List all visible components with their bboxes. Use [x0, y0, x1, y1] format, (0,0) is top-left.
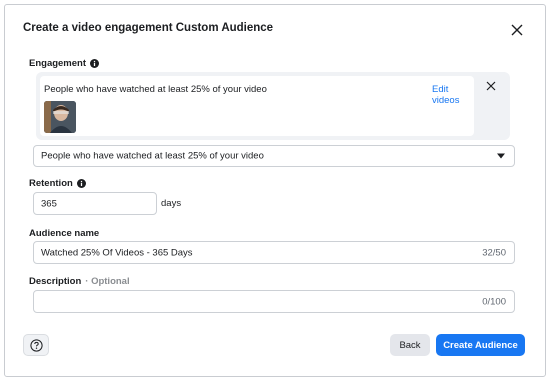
close-icon[interactable]	[509, 22, 525, 38]
retention-label-row: Retention	[29, 178, 86, 189]
engagement-box: People who have watched at least 25% of …	[36, 72, 510, 140]
engagement-dropdown-value: People who have watched at least 25% of …	[41, 150, 264, 162]
description-label: Description	[29, 276, 82, 287]
remove-icon[interactable]	[485, 80, 497, 92]
audience-name-label: Audience name	[29, 228, 100, 239]
audience-name-counter: 32/50	[482, 247, 506, 258]
audience-name-input[interactable]: Watched 25% Of Videos - 365 Days 32/50	[33, 241, 515, 264]
description-input[interactable]: 0/100	[33, 290, 515, 313]
description-label-row: Description · Optional	[29, 276, 130, 287]
engagement-dropdown[interactable]: People who have watched at least 25% of …	[33, 145, 515, 167]
description-counter: 0/100	[482, 296, 506, 307]
info-icon[interactable]	[76, 179, 86, 188]
retention-unit: days	[161, 198, 182, 209]
retention-value: 365	[41, 198, 57, 209]
info-icon[interactable]	[90, 59, 100, 68]
audience-name-value: Watched 25% Of Videos - 365 Days	[41, 247, 193, 258]
chevron-down-icon	[497, 153, 505, 159]
engagement-label-row: Engagement	[29, 58, 100, 69]
help-button[interactable]	[23, 334, 49, 356]
description-optional: · Optional	[85, 276, 130, 287]
dialog-title: Create a video engagement Custom Audienc…	[23, 22, 274, 34]
video-thumbnail	[44, 101, 76, 133]
engagement-card: People who have watched at least 25% of …	[40, 76, 474, 136]
edit-videos-link[interactable]: Edit videos	[432, 84, 474, 106]
help-icon	[30, 339, 43, 352]
retention-label: Retention	[29, 178, 73, 189]
retention-input[interactable]: 365	[33, 192, 157, 215]
back-button[interactable]: Back	[390, 334, 430, 356]
create-audience-button[interactable]: Create Audience	[436, 334, 525, 356]
engagement-label: Engagement	[29, 58, 87, 69]
engagement-selected-text: People who have watched at least 25% of …	[44, 84, 267, 95]
